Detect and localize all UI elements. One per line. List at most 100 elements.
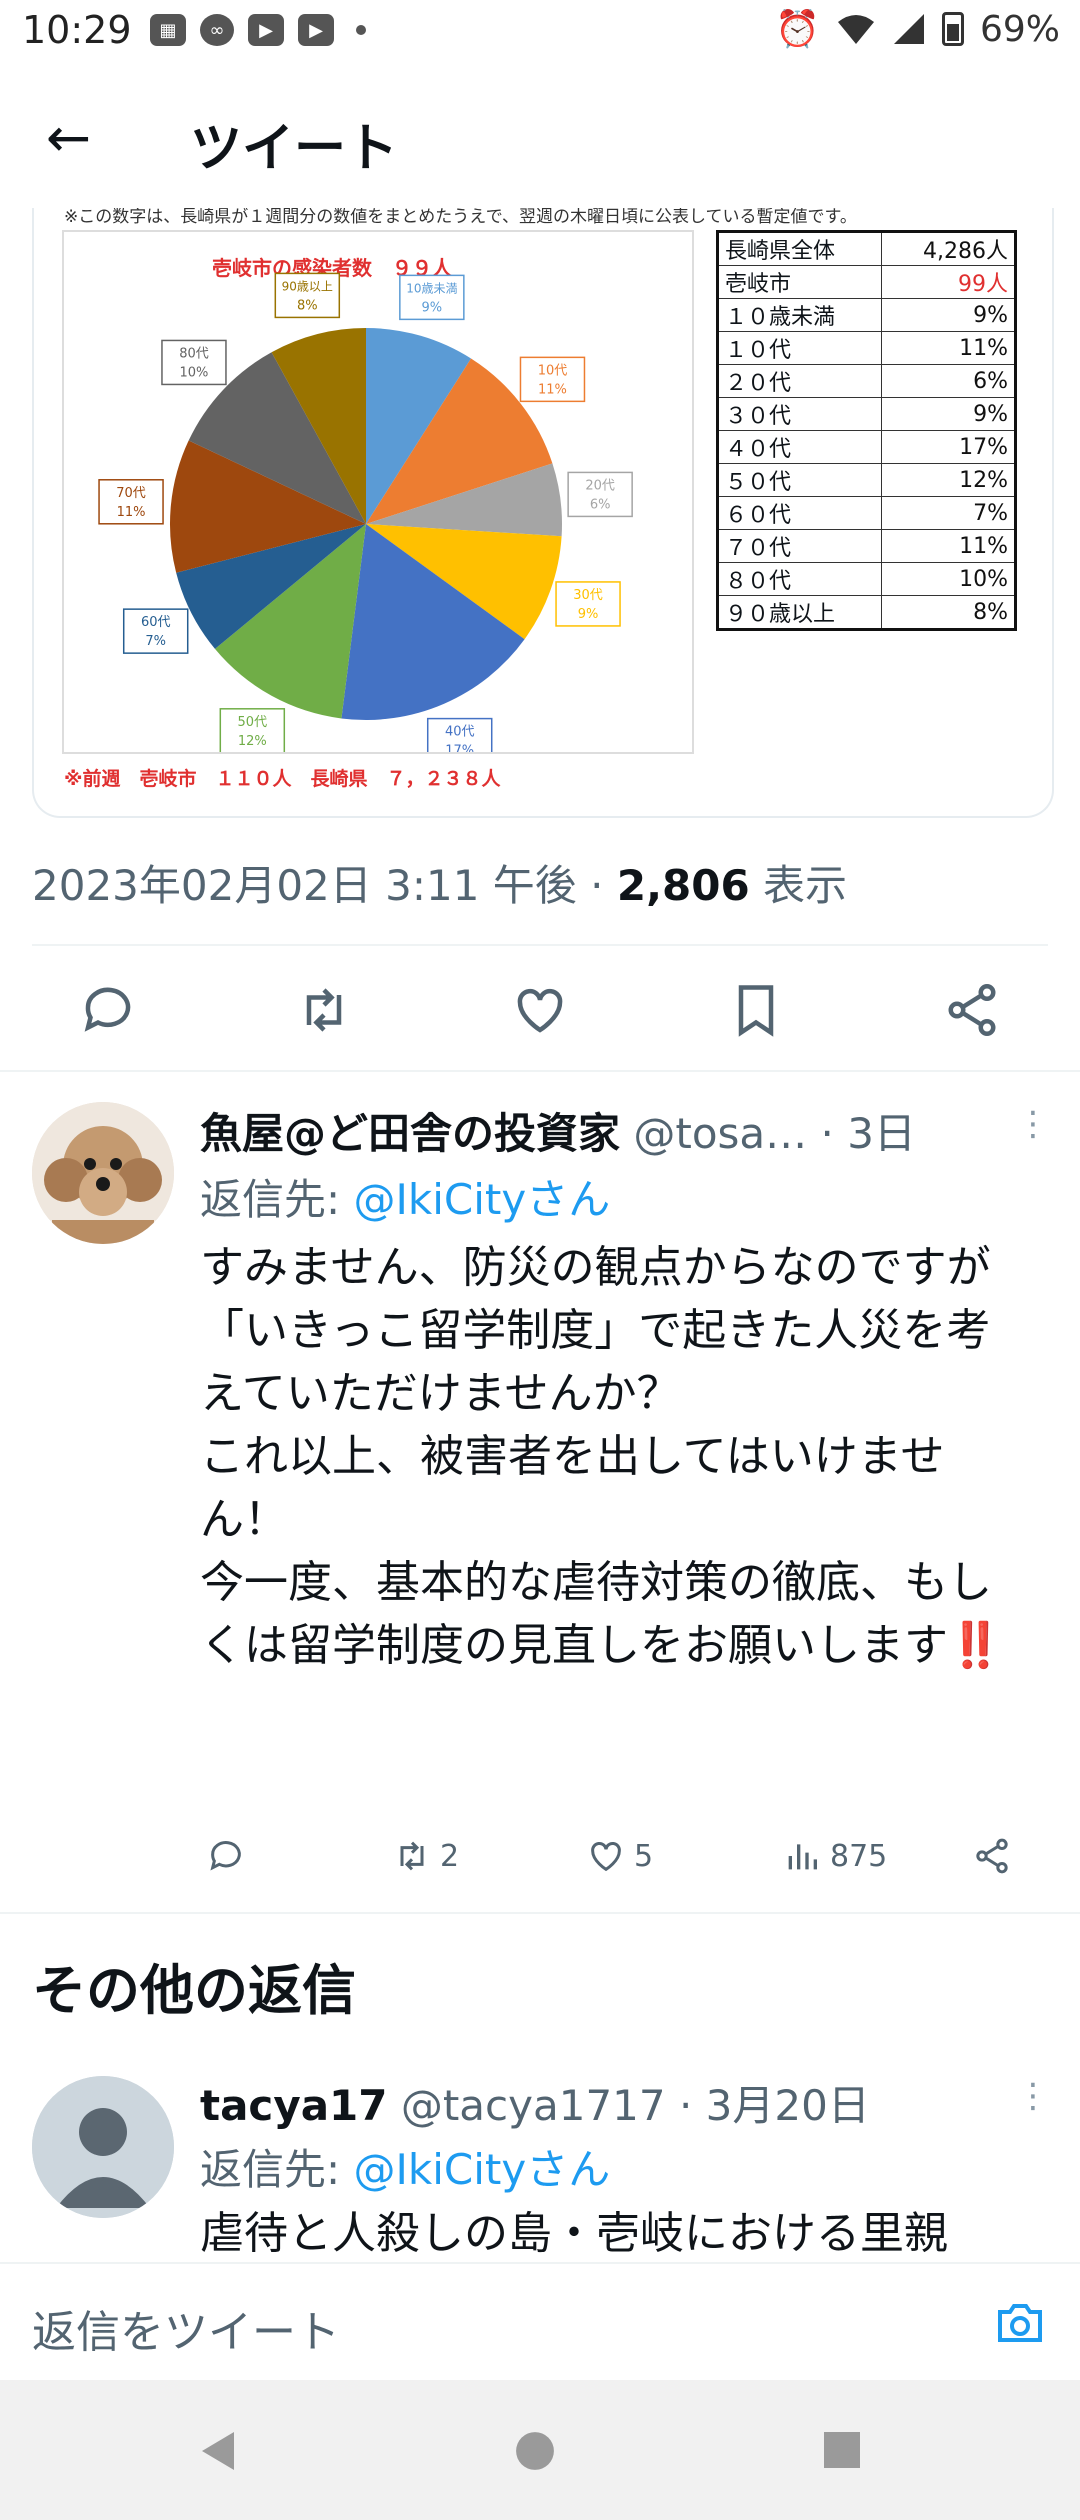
table-label: 壱岐市	[717, 265, 882, 299]
slice-label: 80代10%	[161, 339, 227, 386]
table-row: ３０代 9%	[717, 397, 1016, 431]
table-value: 6%	[881, 364, 1016, 398]
reply-author[interactable]: tacya17 @tacya1717 · 3月20日	[200, 2072, 870, 2133]
gallery-icon: ▦	[150, 14, 186, 46]
table-row: ８０代 10%	[717, 562, 1016, 596]
top-app-bar: ← ツイート	[0, 84, 1080, 194]
reply-to-link[interactable]: @IkiCityさん	[354, 1175, 611, 1224]
table-value: 8%	[881, 595, 1016, 630]
status-time: 10:29	[22, 8, 132, 52]
views-icon	[788, 1844, 817, 1870]
svg-text:10歳未満: 10歳未満	[406, 281, 457, 295]
divider	[0, 1912, 1080, 1914]
reply-text-body: すみません、防災の観点からなのですが 「いきっこ留学制度」で起きた人災を考えてい…	[200, 1242, 992, 1671]
views-button[interactable]: 875	[782, 1836, 887, 1876]
table-row: 壱岐市 99人	[717, 265, 1016, 299]
slice-label: 10代11%	[519, 356, 586, 403]
table-label: ２０代	[717, 364, 882, 398]
battery-icon	[941, 12, 964, 46]
retweet-button[interactable]: 2	[392, 1836, 459, 1876]
page-title: ツイート	[190, 119, 399, 179]
reply-to-link[interactable]: @IkiCityさん	[354, 2145, 611, 2194]
reply-button[interactable]	[206, 1836, 246, 1876]
like-icon[interactable]	[510, 980, 570, 1040]
reply-input[interactable]: 返信をツイート	[32, 2296, 340, 2360]
svg-text:11%: 11%	[538, 382, 567, 397]
divider	[32, 944, 1048, 946]
table-label: ４０代	[717, 430, 882, 464]
like-icon	[591, 1842, 621, 1872]
status-bar: 10:29 ▦ ∞ ▶ ▶ ⏰ 69%	[0, 0, 1080, 64]
reply-text: すみません、防災の観点からなのですが 「いきっこ留学制度」で起きた人災を考えてい…	[200, 1236, 1030, 1677]
share-button[interactable]	[972, 1836, 1012, 1876]
view-count: 2,806	[616, 861, 750, 910]
wifi-icon	[837, 15, 874, 44]
avatar[interactable]	[32, 1102, 174, 1244]
table-value: 12%	[881, 463, 1016, 497]
table-value: 11%	[881, 331, 1016, 365]
back-arrow-icon[interactable]: ←	[46, 106, 91, 169]
svg-text:10%: 10%	[180, 365, 209, 380]
reply-author[interactable]: 魚屋@ど田舎の投資家 @tosa… · 3日	[200, 1100, 916, 1161]
svg-text:30代: 30代	[573, 588, 603, 603]
more-options-icon[interactable]: ⋮	[1016, 1104, 1050, 1144]
table-row: ５０代 12%	[717, 463, 1016, 497]
slice-label: 40代 17%	[426, 717, 493, 752]
slice-label: 70代11%	[98, 479, 164, 525]
author-handle: @tosa…	[620, 1109, 808, 1158]
signal-icon	[893, 14, 924, 44]
reply-icon[interactable]	[78, 980, 138, 1040]
share-icon[interactable]	[942, 980, 1002, 1040]
reply-text: 虐待と人殺しの島・壱岐における里親	[200, 2208, 948, 2259]
svg-text:80代: 80代	[179, 346, 209, 361]
table-value: 9%	[881, 298, 1016, 332]
svg-text:90歳以上: 90歳以上	[282, 279, 333, 293]
image-note: ※この数字は、長崎県が１週間分の数値をまとめたうえで、翌週の木曜日頃に公表してい…	[64, 208, 857, 227]
svg-text:17%: 17%	[445, 744, 474, 752]
svg-text:40代: 40代	[445, 725, 475, 740]
nav-recents-icon[interactable]	[822, 2430, 862, 2470]
previous-week-note: ※前週 壱岐市 １１０人 長崎県 ７，２３８人	[64, 768, 501, 790]
views-label: 表示	[749, 861, 848, 910]
svg-text:8%: 8%	[297, 298, 318, 313]
reply-to-prefix: 返信先:	[200, 2145, 354, 2194]
reply-composer[interactable]: 返信をツイート	[0, 2262, 1080, 2382]
retweet-icon[interactable]	[294, 980, 354, 1040]
table-value: 17%	[881, 430, 1016, 464]
svg-text:9%: 9%	[422, 300, 443, 315]
tweet-image[interactable]: ※この数字は、長崎県が１週間分の数値をまとめたうえで、翌週の木曜日頃に公表してい…	[32, 208, 1054, 818]
tweet-actions	[0, 968, 1080, 1050]
slice-label: 30代9%	[555, 581, 621, 627]
slice-label: 60代7%	[122, 608, 189, 654]
like-button[interactable]: 5	[586, 1836, 653, 1876]
camera-icon[interactable]	[994, 2298, 1046, 2346]
reply-time: · 3日	[807, 1109, 916, 1158]
pie-chart: 10歳未満9%10代11%20代6%30代9%40代17%50代12%60代7%…	[98, 272, 633, 752]
slice-label: 10歳未満 9%	[399, 274, 465, 321]
tweet-datetime: 2023年02月02日 3:11 午後 ·	[32, 861, 617, 910]
svg-text:9%: 9%	[578, 607, 599, 622]
section-title: その他の返信	[32, 1959, 356, 2022]
table-label: １０代	[717, 331, 882, 365]
more-options-icon[interactable]: ⋮	[1016, 2076, 1050, 2116]
default-avatar[interactable]	[32, 2076, 174, 2218]
table-value: 4,286人	[881, 231, 1016, 266]
nav-back-icon[interactable]	[198, 2430, 238, 2472]
bookmark-icon[interactable]	[726, 980, 786, 1040]
reply-to-prefix: 返信先:	[200, 1175, 354, 1224]
youtube-icon: ▶	[298, 14, 334, 46]
slice-label: 50代12%	[219, 708, 286, 752]
svg-text:70代: 70代	[116, 486, 146, 501]
notification-icons: ▦ ∞ ▶ ▶	[150, 14, 366, 46]
reply-icon	[210, 1841, 241, 1871]
svg-text:7%: 7%	[145, 634, 166, 649]
nav-home-icon[interactable]	[514, 2430, 556, 2472]
table-value: 99人	[881, 265, 1016, 299]
retweet-count: 2	[440, 1838, 460, 1874]
pie-chart-panel: 壱岐市の感染者数 ９９人 10歳未満 9% 10代 11% 20代 6% 30代 9% 40代 1…	[62, 230, 694, 754]
divider	[0, 1070, 1080, 1072]
table-value: 11%	[881, 529, 1016, 563]
svg-text:6%: 6%	[590, 497, 611, 512]
system-nav-bar	[0, 2380, 1080, 2520]
table-row: ９０歳以上 8%	[717, 595, 1016, 630]
